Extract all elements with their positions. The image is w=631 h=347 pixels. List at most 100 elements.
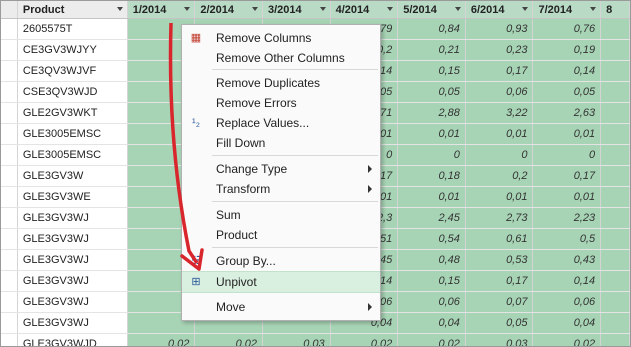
value-cell[interactable]: 0,05 <box>465 312 534 334</box>
column-header-3-2014[interactable]: 3/2014 <box>262 1 331 19</box>
value-cell[interactable]: 0,43 <box>532 249 602 271</box>
value-cell[interactable]: 0,14 <box>532 270 602 292</box>
menu-item-sum[interactable]: Sum <box>182 205 380 225</box>
value-cell[interactable] <box>600 81 630 103</box>
product-cell[interactable]: CSE3QV3WJD <box>17 81 128 103</box>
menu-item-remove-duplicates[interactable]: Remove Duplicates <box>182 73 380 93</box>
value-cell[interactable]: 0,23 <box>465 39 534 61</box>
value-cell[interactable]: 0,01 <box>465 186 534 208</box>
value-cell[interactable]: 0,01 <box>397 186 466 208</box>
value-cell[interactable]: 0,53 <box>465 249 534 271</box>
value-cell[interactable]: 0 <box>532 144 602 166</box>
value-cell[interactable]: 2,73 <box>465 207 534 229</box>
value-cell[interactable] <box>600 228 630 250</box>
column-header-6-2014[interactable]: 6/2014 <box>465 1 534 19</box>
value-cell[interactable]: 2,88 <box>397 102 466 124</box>
column-header-5-2014[interactable]: 5/2014 <box>397 1 466 19</box>
product-cell[interactable]: GLE3GV3WJD <box>17 333 128 346</box>
product-cell[interactable]: GLE3GV3WJ <box>17 207 128 229</box>
value-cell[interactable]: 2,63 <box>532 102 602 124</box>
value-cell[interactable]: 0,03 <box>262 333 331 346</box>
value-cell[interactable]: 0,03 <box>465 333 534 346</box>
menu-item-transform[interactable]: Transform <box>182 179 380 199</box>
value-cell[interactable]: 0,06 <box>465 81 534 103</box>
value-cell[interactable] <box>600 39 630 61</box>
product-cell[interactable]: GLE3005EMSC <box>17 123 128 145</box>
value-cell[interactable] <box>600 165 630 187</box>
value-cell[interactable]: 0,54 <box>397 228 466 250</box>
column-header-product[interactable]: Product <box>17 1 128 19</box>
filter-dropdown-icon[interactable] <box>590 7 597 11</box>
value-cell[interactable]: 0,04 <box>397 312 466 334</box>
value-cell[interactable]: 0 <box>465 144 534 166</box>
value-cell[interactable]: 0,01 <box>532 186 602 208</box>
product-cell[interactable]: GLE3GV3W <box>17 165 128 187</box>
value-cell[interactable]: 0,15 <box>397 60 466 82</box>
value-cell[interactable]: 0,19 <box>532 39 602 61</box>
product-cell[interactable]: GLE3GV3WJ <box>17 249 128 271</box>
product-cell[interactable]: GLE3GV3WE <box>17 186 128 208</box>
product-cell[interactable]: GLE3GV3WJ <box>17 270 128 292</box>
column-header-4-2014[interactable]: 4/2014 <box>330 1 399 19</box>
menu-item-change-type[interactable]: Change Type <box>182 159 380 179</box>
column-header-8-partial[interactable]: 8 <box>600 1 630 19</box>
product-cell[interactable]: CE3GV3WJYY <box>17 39 128 61</box>
column-header-7-2014[interactable]: 7/2014 <box>532 1 602 19</box>
column-header-1-2014[interactable]: 1/2014 <box>127 1 196 19</box>
value-cell[interactable]: 0,15 <box>397 270 466 292</box>
filter-dropdown-icon[interactable] <box>454 7 461 11</box>
value-cell[interactable]: 0,05 <box>532 81 602 103</box>
value-cell[interactable]: 0,5 <box>532 228 602 250</box>
value-cell[interactable] <box>600 249 630 271</box>
value-cell[interactable] <box>600 291 630 313</box>
value-cell[interactable]: 0,48 <box>397 249 466 271</box>
product-cell[interactable]: CE3QV3WJVF <box>17 60 128 82</box>
value-cell[interactable]: 2,23 <box>532 207 602 229</box>
filter-dropdown-icon[interactable] <box>251 7 258 11</box>
product-cell[interactable]: GLE3GV3WJ <box>17 291 128 313</box>
value-cell[interactable] <box>600 207 630 229</box>
value-cell[interactable]: 0,07 <box>465 291 534 313</box>
table-row[interactable]: GLE3GV3WJD 0,02 0,02 0,03 0,02 0,02 0,03 0,02 <box>1 333 630 346</box>
menu-item-move[interactable]: Move <box>182 297 380 317</box>
value-cell[interactable]: 0,21 <box>397 39 466 61</box>
value-cell[interactable]: 0,02 <box>194 333 263 346</box>
filter-dropdown-icon[interactable] <box>319 7 326 11</box>
menu-item-product[interactable]: Product <box>182 225 380 245</box>
product-cell[interactable]: GLE3GV3WJ <box>17 228 128 250</box>
menu-item-unpivot[interactable]: ⊞ Unpivot <box>182 271 380 293</box>
menu-item-remove-columns[interactable]: ▦ Remove Columns <box>182 28 380 48</box>
value-cell[interactable]: 0,06 <box>397 291 466 313</box>
product-cell[interactable]: 2605575T <box>17 18 128 40</box>
filter-dropdown-icon[interactable] <box>387 7 394 11</box>
value-cell[interactable] <box>600 18 630 40</box>
product-cell[interactable]: GLE2GV3WKT <box>17 102 128 124</box>
value-cell[interactable]: 0,17 <box>465 60 534 82</box>
value-cell[interactable]: 0,01 <box>532 123 602 145</box>
product-cell[interactable]: GLE3GV3WJ <box>17 312 128 334</box>
value-cell[interactable]: 0,17 <box>465 270 534 292</box>
value-cell[interactable]: 0,2 <box>465 165 534 187</box>
value-cell[interactable]: 0,84 <box>397 18 466 40</box>
value-cell[interactable]: 0,04 <box>532 312 602 334</box>
filter-dropdown-icon[interactable] <box>116 7 123 11</box>
value-cell[interactable] <box>600 333 630 346</box>
filter-dropdown-icon[interactable] <box>184 7 191 11</box>
value-cell[interactable]: 0 <box>397 144 466 166</box>
value-cell[interactable] <box>600 60 630 82</box>
value-cell[interactable]: 0,61 <box>465 228 534 250</box>
value-cell[interactable] <box>600 123 630 145</box>
value-cell[interactable]: 0,01 <box>465 123 534 145</box>
value-cell[interactable]: 0,18 <box>397 165 466 187</box>
value-cell[interactable] <box>600 270 630 292</box>
menu-item-replace-values[interactable]: ¹₂ Replace Values... <box>182 113 380 133</box>
value-cell[interactable] <box>600 144 630 166</box>
value-cell[interactable]: 0,06 <box>532 291 602 313</box>
menu-item-fill-down[interactable]: Fill Down <box>182 133 380 153</box>
value-cell[interactable]: 0,93 <box>465 18 534 40</box>
value-cell[interactable] <box>600 186 630 208</box>
value-cell[interactable]: 0,76 <box>532 18 602 40</box>
column-header-2-2014[interactable]: 2/2014 <box>194 1 263 19</box>
value-cell[interactable]: 0,05 <box>397 81 466 103</box>
menu-item-remove-errors[interactable]: Remove Errors <box>182 93 380 113</box>
